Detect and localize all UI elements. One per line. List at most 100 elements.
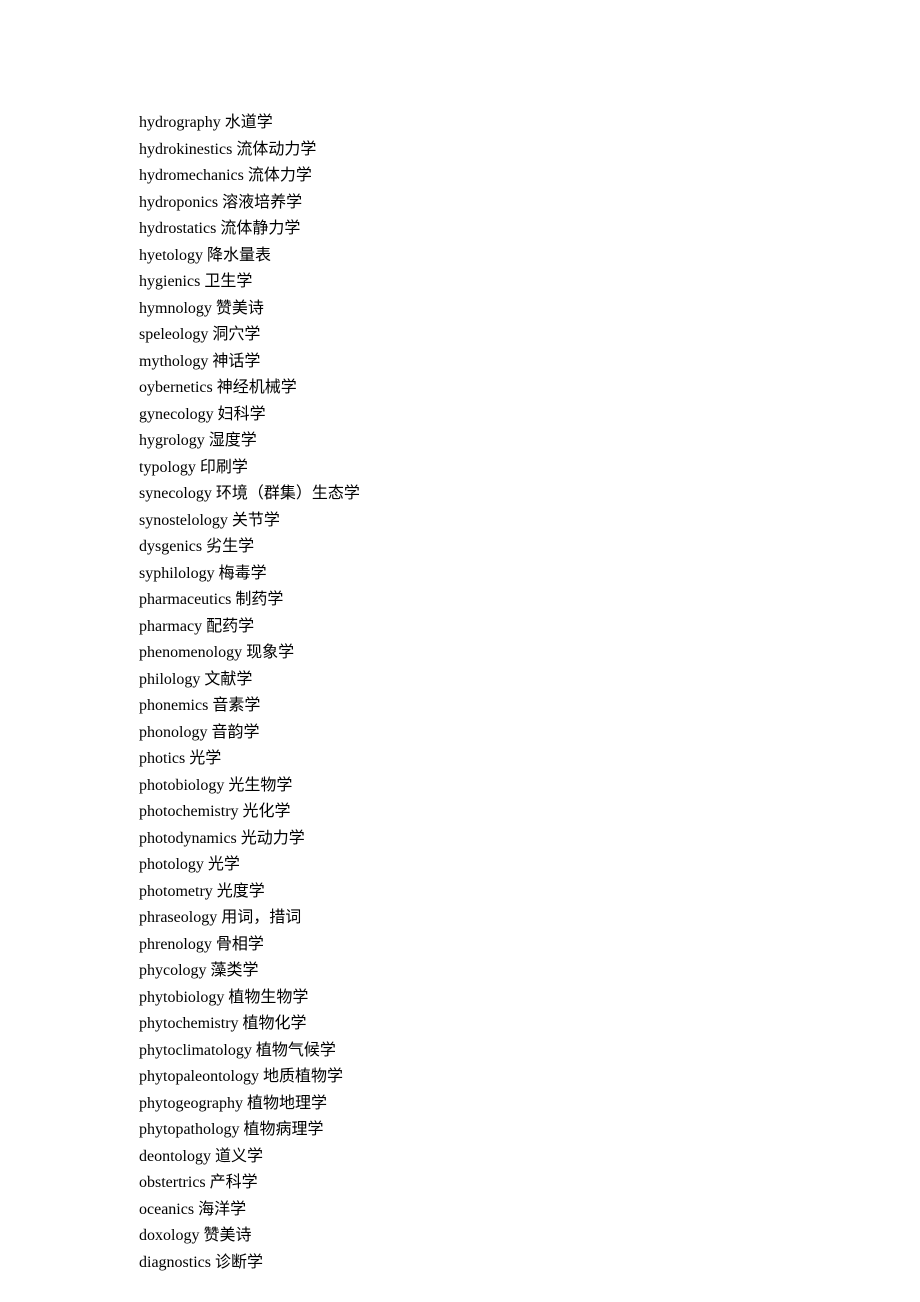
term-text: obstertrics — [139, 1174, 206, 1191]
term-text: photology — [139, 856, 204, 873]
term-text: photobiology — [139, 777, 224, 794]
term-text: phenomenology — [139, 644, 242, 661]
vocabulary-entry: hymnology 赞美诗 — [139, 296, 920, 323]
definition-text: 湿度学 — [209, 432, 257, 449]
term-text: photodynamics — [139, 830, 237, 847]
definition-text: 海洋学 — [198, 1201, 246, 1218]
definition-text: 音韵学 — [211, 724, 259, 741]
term-text: phytoclimatology — [139, 1042, 252, 1059]
term-text: syphilology — [139, 565, 215, 582]
term-text: phraseology — [139, 909, 217, 926]
term-text: phrenology — [139, 936, 212, 953]
vocabulary-entry: phrenology 骨相学 — [139, 932, 920, 959]
term-text: philology — [139, 671, 200, 688]
vocabulary-entry: diagnostics 诊断学 — [139, 1250, 920, 1277]
term-text: phytobiology — [139, 989, 224, 1006]
definition-text: 卫生学 — [204, 273, 252, 290]
term-text: hygienics — [139, 273, 200, 290]
definition-text: 音素学 — [212, 697, 260, 714]
vocabulary-entry: gynecology 妇科学 — [139, 402, 920, 429]
definition-text: 神经机械学 — [217, 379, 297, 396]
definition-text: 产科学 — [210, 1174, 258, 1191]
vocabulary-entry: hydrostatics 流体静力学 — [139, 216, 920, 243]
term-text: photometry — [139, 883, 213, 900]
term-text: hydrokinestics — [139, 141, 232, 158]
definition-text: 植物气候学 — [256, 1042, 336, 1059]
vocabulary-entry: hyetology 降水量表 — [139, 243, 920, 270]
term-text: hyetology — [139, 247, 203, 264]
vocabulary-entry: typology 印刷学 — [139, 455, 920, 482]
definition-text: 劣生学 — [206, 538, 254, 555]
vocabulary-entry: phonemics 音素学 — [139, 693, 920, 720]
vocabulary-entry: doxology 赞美诗 — [139, 1223, 920, 1250]
vocabulary-entry: phenomenology 现象学 — [139, 640, 920, 667]
vocabulary-entry: phytogeography 植物地理学 — [139, 1091, 920, 1118]
definition-text: 文献学 — [204, 671, 252, 688]
term-text: deontology — [139, 1148, 211, 1165]
vocabulary-entry: phytopaleontology 地质植物学 — [139, 1064, 920, 1091]
term-text: typology — [139, 459, 196, 476]
definition-text: 流体动力学 — [236, 141, 316, 158]
term-text: phytopaleontology — [139, 1068, 259, 1085]
definition-text: 洞穴学 — [212, 326, 260, 343]
term-text: photochemistry — [139, 803, 239, 820]
term-text: oceanics — [139, 1201, 194, 1218]
term-text: pharmaceutics — [139, 591, 231, 608]
definition-text: 现象学 — [246, 644, 294, 661]
vocabulary-entry: phytobiology 植物生物学 — [139, 985, 920, 1012]
vocabulary-entry: photobiology 光生物学 — [139, 773, 920, 800]
vocabulary-entry: synostelology 关节学 — [139, 508, 920, 535]
definition-text: 流体力学 — [248, 167, 312, 184]
vocabulary-entry: phycology 藻类学 — [139, 958, 920, 985]
vocabulary-entry: oceanics 海洋学 — [139, 1197, 920, 1224]
vocabulary-entry: phraseology 用词，措词 — [139, 905, 920, 932]
definition-text: 赞美诗 — [216, 300, 264, 317]
vocabulary-entry: philology 文献学 — [139, 667, 920, 694]
vocabulary-entry: obstertrics 产科学 — [139, 1170, 920, 1197]
vocabulary-entry: hydroponics 溶液培养学 — [139, 190, 920, 217]
definition-text: 妇科学 — [218, 406, 266, 423]
term-text: hygrology — [139, 432, 205, 449]
term-text: hydrography — [139, 114, 221, 131]
vocabulary-list: hydrography 水道学 hydrokinestics 流体动力学 hydro… — [139, 110, 920, 1276]
definition-text: 梅毒学 — [219, 565, 267, 582]
vocabulary-entry: phonology 音韵学 — [139, 720, 920, 747]
term-text: hymnology — [139, 300, 212, 317]
term-text: phytogeography — [139, 1095, 243, 1112]
vocabulary-entry: hygrology 湿度学 — [139, 428, 920, 455]
vocabulary-entry: phytochemistry 植物化学 — [139, 1011, 920, 1038]
term-text: phonemics — [139, 697, 208, 714]
term-text: phytopathology — [139, 1121, 239, 1138]
definition-text: 植物化学 — [243, 1015, 307, 1032]
term-text: hydromechanics — [139, 167, 244, 184]
definition-text: 配药学 — [206, 618, 254, 635]
definition-text: 神话学 — [212, 353, 260, 370]
term-text: diagnostics — [139, 1254, 211, 1271]
definition-text: 光化学 — [243, 803, 291, 820]
vocabulary-entry: hydromechanics 流体力学 — [139, 163, 920, 190]
vocabulary-entry: mythology 神话学 — [139, 349, 920, 376]
definition-text: 光度学 — [217, 883, 265, 900]
definition-text: 诊断学 — [215, 1254, 263, 1271]
vocabulary-entry: photics 光学 — [139, 746, 920, 773]
vocabulary-entry: phytopathology 植物病理学 — [139, 1117, 920, 1144]
definition-text: 降水量表 — [207, 247, 271, 264]
definition-text: 用词，措词 — [221, 909, 301, 926]
term-text: synecology — [139, 485, 212, 502]
definition-text: 关节学 — [232, 512, 280, 529]
term-text: phycology — [139, 962, 207, 979]
vocabulary-entry: hygienics 卫生学 — [139, 269, 920, 296]
definition-text: 环境（群集）生态学 — [216, 485, 360, 502]
definition-text: 光动力学 — [241, 830, 305, 847]
vocabulary-entry: hydrography 水道学 — [139, 110, 920, 137]
vocabulary-entry: pharmacy 配药学 — [139, 614, 920, 641]
definition-text: 流体静力学 — [220, 220, 300, 237]
vocabulary-entry: photology 光学 — [139, 852, 920, 879]
definition-text: 光学 — [208, 856, 240, 873]
definition-text: 道义学 — [215, 1148, 263, 1165]
vocabulary-entry: pharmaceutics 制药学 — [139, 587, 920, 614]
term-text: dysgenics — [139, 538, 202, 555]
vocabulary-entry: deontology 道义学 — [139, 1144, 920, 1171]
term-text: mythology — [139, 353, 208, 370]
definition-text: 水道学 — [225, 114, 273, 131]
